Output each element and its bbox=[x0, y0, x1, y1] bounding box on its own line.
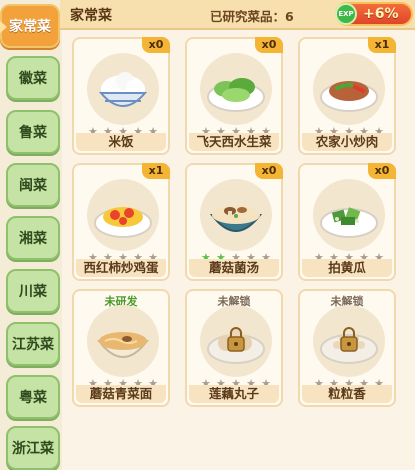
dish-card-lettuce[interactable]: x0 ★ ★ ★ ★ ★ 飞天西水生菜 bbox=[185, 37, 283, 155]
locked-dish-icon bbox=[207, 327, 265, 364]
tab-fujian[interactable]: 闽菜 bbox=[6, 163, 60, 207]
researched-count: 已研究菜品：6 bbox=[210, 9, 294, 24]
tab-sichuan[interactable]: 川菜 bbox=[6, 269, 60, 313]
dish-name: 农家小炒肉 bbox=[302, 133, 392, 151]
tab-shandong[interactable]: 鲁菜 bbox=[6, 110, 60, 154]
dish-count-badge: x0 bbox=[255, 37, 283, 53]
exp-bonus-value: +6% bbox=[363, 6, 399, 22]
dish-count-badge: x0 bbox=[255, 163, 283, 179]
dish-card-lilixiang[interactable]: 未解锁 ★ ★ ★ ★ ★ 粒粒香 bbox=[298, 289, 396, 407]
dish-count-badge: x1 bbox=[142, 163, 170, 179]
dish-card-smashed-cucumber[interactable]: x0 ★ ★ ★ ★ ★ 拍黄瓜 bbox=[298, 163, 396, 281]
dish-name: 粒粒香 bbox=[302, 385, 392, 403]
tab-label: 徽菜 bbox=[19, 71, 47, 87]
tab-jiangsu[interactable]: 江苏菜 bbox=[6, 322, 60, 366]
lettuce-dish-icon bbox=[207, 78, 265, 112]
noodle-bowl-icon bbox=[96, 332, 150, 358]
category-title: 家常菜 bbox=[70, 8, 112, 24]
tab-anhui[interactable]: 徽菜 bbox=[6, 56, 60, 100]
tab-label: 鲁菜 bbox=[19, 125, 47, 141]
tab-label: 川菜 bbox=[19, 284, 47, 300]
rice-bowl-icon bbox=[98, 72, 148, 107]
mushroom-soup-icon bbox=[209, 206, 263, 232]
tab-label: 浙江菜 bbox=[12, 441, 54, 457]
dish-count-badge: x0 bbox=[368, 163, 396, 179]
tomato-egg-icon bbox=[94, 207, 152, 238]
dish-card-mushroom-noodles[interactable]: 未研发 ★ ★ ★ ★ ★ 蘑菇青菜面 bbox=[72, 289, 170, 407]
tab-hunan[interactable]: 湘菜 bbox=[6, 216, 60, 260]
stir-fried-pork-icon bbox=[320, 81, 378, 112]
dish-count-badge: x0 bbox=[142, 37, 170, 53]
tab-label: 闽菜 bbox=[19, 178, 47, 194]
tab-zhejiang[interactable]: 浙江菜 bbox=[6, 426, 60, 470]
tab-home-cooking[interactable]: 家常菜 bbox=[0, 4, 60, 48]
dish-card-rice[interactable]: x0 ★ ★ ★ ★ ★ 米饭 bbox=[72, 37, 170, 155]
active-arrow-icon bbox=[0, 20, 7, 34]
dish-name: 蘑菇青菜面 bbox=[76, 385, 166, 403]
dish-name: 西红柿炒鸡蛋 bbox=[76, 259, 166, 277]
tab-cantonese[interactable]: 粤菜 bbox=[6, 375, 60, 419]
dish-count-badge: x1 bbox=[368, 37, 396, 53]
locked-dish-icon bbox=[320, 327, 378, 364]
cucumber-dish-icon bbox=[320, 207, 378, 238]
dish-name: 蘑菇菌汤 bbox=[189, 259, 279, 277]
dish-card-stir-fried-pork[interactable]: x1 ★ ★ ★ ★ ★ 农家小炒肉 bbox=[298, 37, 396, 155]
dish-card-tomato-egg[interactable]: x1 ★ ★ ★ ★ ★ 西红柿炒鸡蛋 bbox=[72, 163, 170, 281]
dish-name: 飞天西水生菜 bbox=[189, 133, 279, 151]
cuisine-sidebar: 家常菜 徽菜 鲁菜 闽菜 湘菜 川菜 江苏菜 粤菜 浙江菜 bbox=[0, 0, 62, 470]
tab-label: 家常菜 bbox=[9, 19, 51, 35]
category-header: 家常菜 已研究菜品：6 EXP +6% bbox=[60, 0, 415, 30]
dish-card-lotus-meatballs[interactable]: 未解锁 ★ ★ ★ ★ ★ 莲藕丸子 bbox=[185, 289, 283, 407]
exp-icon: EXP bbox=[335, 3, 357, 25]
dish-card-mushroom-soup[interactable]: x0 ★ ★ ★ ★ ★ 蘑菇菌汤 bbox=[185, 163, 283, 281]
tab-label: 湘菜 bbox=[19, 231, 47, 247]
tab-label: 江苏菜 bbox=[12, 337, 54, 353]
exp-bonus-badge: EXP +6% bbox=[335, 2, 413, 26]
dish-name: 莲藕丸子 bbox=[189, 385, 279, 403]
dish-name: 米饭 bbox=[76, 133, 166, 151]
dish-name: 拍黄瓜 bbox=[302, 259, 392, 277]
tab-label: 粤菜 bbox=[19, 390, 47, 406]
